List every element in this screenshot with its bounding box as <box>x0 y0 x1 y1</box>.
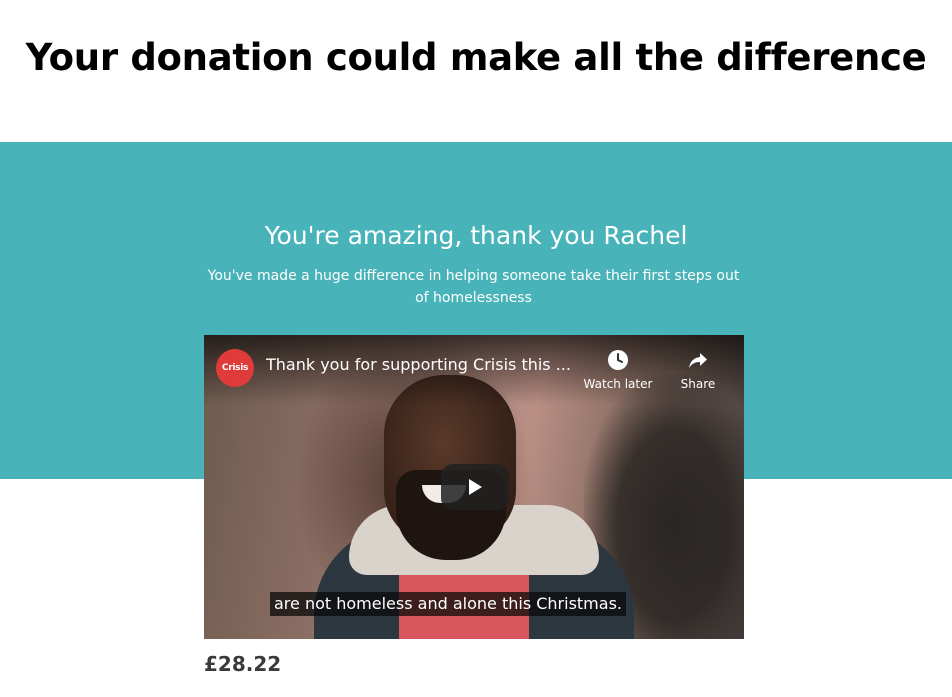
channel-logo[interactable]: Crisis <box>216 349 254 387</box>
video-player[interactable]: Crisis Thank you for supporting Crisis t… <box>204 335 744 639</box>
share-button[interactable]: Share <box>670 349 726 393</box>
play-button[interactable] <box>441 464 509 510</box>
watch-later-button[interactable]: Watch later <box>582 349 654 393</box>
thank-you-subtitle: You've made a huge difference in helping… <box>207 268 740 306</box>
watch-later-label: Watch later <box>583 377 653 391</box>
page-heading: Your donation could make all the differe… <box>25 36 927 79</box>
share-label: Share <box>680 377 716 391</box>
share-arrow-icon <box>670 349 726 375</box>
play-icon <box>469 479 482 495</box>
video-title[interactable]: Thank you for supporting Crisis this ... <box>266 355 586 374</box>
page: Your donation could make all the differe… <box>0 0 952 697</box>
donation-amount: £28.22 <box>204 652 282 676</box>
thank-you-title: You're amazing, thank you Rachel <box>264 221 688 250</box>
clock-icon <box>582 349 654 375</box>
video-caption: are not homeless and alone this Christma… <box>270 592 626 616</box>
